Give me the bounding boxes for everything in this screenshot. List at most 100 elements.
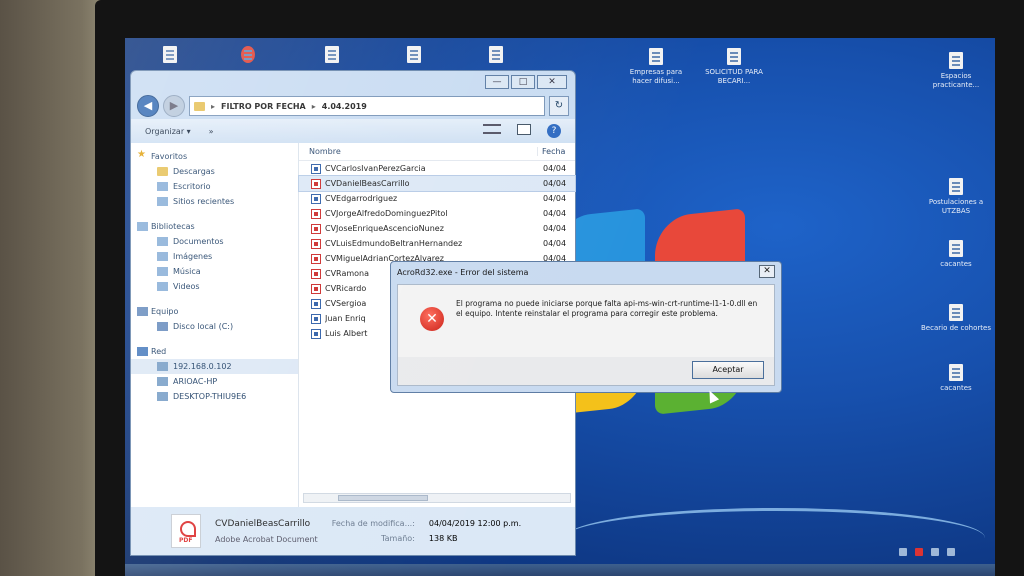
pdf-file-icon: PDF	[171, 514, 201, 548]
nav-item-desktop[interactable]: DESKTOP-THIU9E6	[131, 389, 298, 404]
details-size-label: Tamaño:	[381, 534, 415, 543]
navigation-pane: ★ Favoritos Descargas Escritorio Sitios r…	[131, 143, 299, 507]
column-header: Nombre Fecha	[299, 143, 575, 161]
document-icon	[325, 46, 339, 63]
desktop-icon-cacantes-1[interactable]: cacantes	[921, 240, 991, 269]
breadcrumb-filtro[interactable]: FILTRO POR FECHA	[221, 102, 306, 111]
file-row[interactable]: CVEdgarrodriguez 04/04	[299, 191, 575, 206]
dialog-title: AcroRd32.exe - Error del sistema	[397, 267, 529, 277]
dialog-body: ✕ El programa no puede iniciarse porque …	[397, 284, 775, 386]
recent-places-icon	[157, 197, 168, 206]
network-icon	[137, 347, 148, 356]
nav-libraries[interactable]: Bibliotecas	[131, 219, 298, 234]
column-name[interactable]: Nombre	[299, 147, 537, 156]
desktop-shortcut[interactable]	[213, 46, 283, 66]
chrome-icon	[241, 46, 255, 63]
maximize-button[interactable]: □	[511, 75, 535, 89]
error-dialog: AcroRd32.exe - Error del sistema ✕ ✕ El …	[390, 261, 782, 393]
view-options-icon[interactable]	[483, 124, 501, 134]
nav-network[interactable]: Red	[131, 344, 298, 359]
nav-item-videos[interactable]: Videos	[131, 279, 298, 294]
computer-icon	[157, 377, 168, 386]
file-row[interactable]: CVCarlosIvanPerezGarcia 04/04	[299, 161, 575, 176]
recycle-bin-icon	[163, 46, 177, 63]
document-icon	[949, 240, 963, 257]
file-row[interactable]: CVJorgeAlfredoDominguezPitol 04/04	[299, 206, 575, 221]
desktop-icon-becario[interactable]: Becario de cohortes	[921, 304, 991, 333]
minimize-button[interactable]: —	[485, 75, 509, 89]
forward-button[interactable]: ▶	[163, 95, 185, 117]
column-date[interactable]: Fecha	[537, 147, 575, 156]
documents-icon	[157, 237, 168, 246]
toolbar-overflow[interactable]: »	[209, 127, 214, 136]
file-row[interactable]: CVJoseEnriqueAscencioNunez 04/04	[299, 221, 575, 236]
dialog-message: El programa no puede iniciarse porque fa…	[456, 299, 758, 318]
nav-item-escritorio[interactable]: Escritorio	[131, 179, 298, 194]
horizontal-scrollbar[interactable]	[303, 493, 571, 503]
tray-network-icon[interactable]	[931, 548, 939, 556]
nav-item-arioac-hp[interactable]: ARIOAC-HP	[131, 374, 298, 389]
explorer-titlebar[interactable]: — □ ✕	[131, 71, 575, 93]
document-icon	[649, 48, 663, 65]
nav-item-network-ip[interactable]: 192.168.0.102	[131, 359, 298, 374]
details-modified-value: 04/04/2019 12:00 p.m.	[428, 519, 522, 528]
desktop-icon-cacantes-2[interactable]: cacantes	[921, 364, 991, 393]
word-doc-icon	[311, 328, 321, 339]
close-button[interactable]: ✕	[537, 75, 567, 89]
document-icon	[949, 364, 963, 381]
desktop-icon-espacios[interactable]: Espacios practicante...	[921, 52, 991, 90]
dialog-footer: Aceptar	[398, 357, 774, 385]
preview-pane-icon[interactable]	[517, 124, 531, 135]
back-button[interactable]: ◀	[137, 95, 159, 117]
details-pane: PDF CVDanielBeasCarrillo Adobe Acrobat D…	[131, 507, 575, 555]
nav-item-disco-local[interactable]: Disco local (C:)	[131, 319, 298, 334]
scrollbar-thumb[interactable]	[338, 495, 428, 501]
word-doc-icon	[311, 163, 321, 174]
desktop-icon	[157, 182, 168, 191]
computer-icon	[157, 362, 168, 371]
tray-alert-icon[interactable]	[915, 548, 923, 556]
tray-icon[interactable]	[899, 548, 907, 556]
breadcrumb-date[interactable]: 4.04.2019	[322, 102, 367, 111]
document-icon	[949, 52, 963, 69]
desktop-shortcut[interactable]	[135, 46, 205, 66]
pdf-icon	[311, 253, 321, 264]
pdf-icon	[311, 238, 321, 249]
error-icon: ✕	[420, 307, 444, 331]
pdf-icon	[311, 208, 321, 219]
details-modified-label: Fecha de modifica...:	[331, 519, 415, 528]
word-doc-icon	[311, 193, 321, 204]
help-icon[interactable]: ?	[547, 124, 561, 138]
dialog-titlebar[interactable]: AcroRd32.exe - Error del sistema	[391, 262, 781, 282]
videos-icon	[157, 282, 168, 291]
pictures-icon	[157, 252, 168, 261]
explorer-toolbar: Organizar ▾ » ?	[131, 119, 575, 143]
desktop-icon-empresas[interactable]: Empresas para hacer difusi...	[621, 48, 691, 86]
pdf-icon	[311, 223, 321, 234]
accept-button[interactable]: Aceptar	[692, 361, 764, 379]
file-row[interactable]: CVDanielBeasCarrillo 04/04	[298, 175, 576, 192]
desktop-icon-postulaciones[interactable]: Postulaciones a UTZBAS	[921, 178, 991, 216]
file-row[interactable]: CVLuisEdmundoBeltranHernandez 04/04	[299, 236, 575, 251]
details-file-type: Adobe Acrobat Document	[215, 534, 318, 544]
tray-volume-icon[interactable]	[947, 548, 955, 556]
desktop-icon-solicitud[interactable]: SOLICITUD PARA BECARI...	[699, 48, 769, 86]
desktop-shortcut[interactable]	[297, 46, 367, 66]
nav-favorites[interactable]: ★ Favoritos	[131, 149, 298, 164]
desktop-shortcut[interactable]	[379, 46, 449, 66]
desktop-shortcut[interactable]	[461, 46, 531, 66]
nav-item-documentos[interactable]: Documentos	[131, 234, 298, 249]
folder-icon	[194, 101, 205, 111]
nav-computer[interactable]: Equipo	[131, 304, 298, 319]
refresh-button[interactable]: ↻	[549, 96, 569, 116]
nav-item-sitios-recientes[interactable]: Sitios recientes	[131, 194, 298, 209]
system-tray	[899, 548, 955, 556]
organize-menu[interactable]: Organizar ▾	[145, 127, 191, 136]
computer-icon	[137, 307, 148, 316]
dialog-close-button[interactable]: ✕	[759, 265, 775, 278]
nav-item-musica[interactable]: Música	[131, 264, 298, 279]
taskbar	[125, 564, 995, 576]
nav-item-imagenes[interactable]: Imágenes	[131, 249, 298, 264]
nav-item-descargas[interactable]: Descargas	[131, 164, 298, 179]
address-breadcrumb[interactable]: ▸ FILTRO POR FECHA ▸ 4.04.2019	[189, 96, 545, 116]
